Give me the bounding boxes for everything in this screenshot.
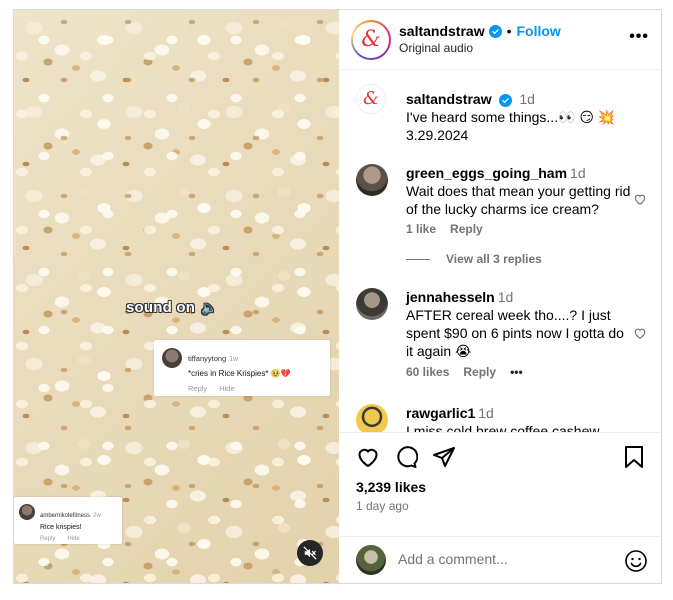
speaker-muted-icon <box>303 546 317 560</box>
avatar[interactable]: & <box>351 20 391 60</box>
heart-icon[interactable] <box>633 326 647 340</box>
brand-logo-icon: & <box>362 88 380 109</box>
comment-username[interactable]: green_eggs_going_ham <box>406 165 567 181</box>
verified-badge-icon <box>499 94 513 107</box>
reply-button[interactable]: Reply <box>463 365 496 379</box>
brand-logo-icon: & <box>361 27 381 52</box>
sound-on-text: sound on <box>126 299 196 316</box>
like-heart-icon[interactable] <box>356 445 380 469</box>
avatar <box>162 348 182 368</box>
caption-username[interactable]: saltandstraw <box>406 91 492 107</box>
mute-toggle-button[interactable] <box>297 540 323 566</box>
avatar <box>19 504 35 520</box>
like-count[interactable]: 3,239 likes <box>356 479 426 495</box>
comment-likes[interactable]: 1 like <box>406 222 436 236</box>
speaker-emoji: 🔈 <box>201 300 218 315</box>
post-video[interactable]: sound on 🔈 tiffanyytong 1w *cries in Rice … <box>14 10 339 583</box>
card-reply: Reply <box>188 384 208 393</box>
card-text: *cries in Rice Krispies* 🥹💔 <box>188 369 291 378</box>
post-header: & saltandstraw • Follow Original audio •… <box>340 10 661 70</box>
header-user-line: saltandstraw • Follow <box>399 23 561 39</box>
caption-date-text: 3.29.2024 <box>406 127 469 143</box>
post-timestamp: 1 day ago <box>356 499 409 513</box>
add-comment-bar: Add a comment... <box>340 536 661 583</box>
comments-list[interactable]: & saltandstraw 1d I've heard some things… <box>340 70 661 432</box>
comment-username[interactable]: rawgarlic1 <box>406 405 475 421</box>
original-audio-link[interactable]: Original audio <box>399 41 473 55</box>
card-username: tiffanyytong <box>188 354 227 363</box>
avatar[interactable] <box>356 164 388 196</box>
follow-button[interactable]: Follow <box>517 23 561 39</box>
header-username[interactable]: saltandstraw <box>399 23 485 39</box>
comment-options-icon[interactable]: ••• <box>510 365 523 379</box>
comment-username[interactable]: jennahesseln <box>406 289 495 305</box>
avatar[interactable] <box>356 288 388 320</box>
view-replies-button[interactable]: View all 3 replies <box>406 252 542 266</box>
bookmark-icon[interactable] <box>623 445 645 469</box>
comment-likes[interactable]: 60 likes <box>406 365 449 379</box>
card-reply: Reply <box>40 536 56 542</box>
card-username: ambernikolefitness <box>40 513 91 519</box>
card-text: Rice krispies! <box>40 524 82 531</box>
more-options-icon[interactable]: ••• <box>629 28 649 46</box>
divider-line <box>406 258 430 260</box>
sound-on-overlay: sound on 🔈 <box>126 299 217 316</box>
comment-text: AFTER cereal week tho....? I just spent … <box>406 307 624 359</box>
comment-text: I miss cold brew coffee cashew <box>406 423 600 432</box>
comment-text: Wait does that mean your getting rid of … <box>406 183 631 217</box>
instagram-post-modal: sound on 🔈 tiffanyytong 1w *cries in Rice … <box>13 9 662 584</box>
heart-icon[interactable] <box>633 192 647 206</box>
post-sidebar: & saltandstraw • Follow Original audio •… <box>340 10 661 583</box>
caption-text: I've heard some things...👀 😏 💥 <box>406 109 616 125</box>
comment-bubble-icon[interactable] <box>394 445 418 469</box>
video-comment-card: tiffanyytong 1w *cries in Rice Krispies* … <box>154 340 330 396</box>
separator-dot: • <box>506 23 512 39</box>
avatar <box>356 545 386 575</box>
reply-button[interactable]: Reply <box>450 222 483 236</box>
card-hide: Hide <box>67 536 80 542</box>
comment-time: 1d <box>478 405 494 421</box>
video-comment-card: ambernikolefitness 2w Rice krispies! Repl… <box>14 497 122 544</box>
card-hide: Hide <box>219 384 235 393</box>
card-time: 1w <box>229 356 239 363</box>
verified-badge-icon <box>488 24 502 38</box>
avatar[interactable]: & <box>356 84 386 114</box>
comment-time: 1d <box>497 289 514 305</box>
avatar[interactable] <box>356 404 388 432</box>
card-time: 2w <box>93 513 101 519</box>
caption-time: 1d <box>519 91 535 107</box>
comment-time: 1d <box>570 165 586 181</box>
comment-input[interactable]: Add a comment... <box>398 551 508 567</box>
view-replies-label: View all 3 replies <box>446 252 542 266</box>
post-actions: 3,239 likes 1 day ago <box>340 432 661 536</box>
share-paper-plane-icon[interactable] <box>432 445 456 469</box>
emoji-icon[interactable] <box>624 549 648 573</box>
